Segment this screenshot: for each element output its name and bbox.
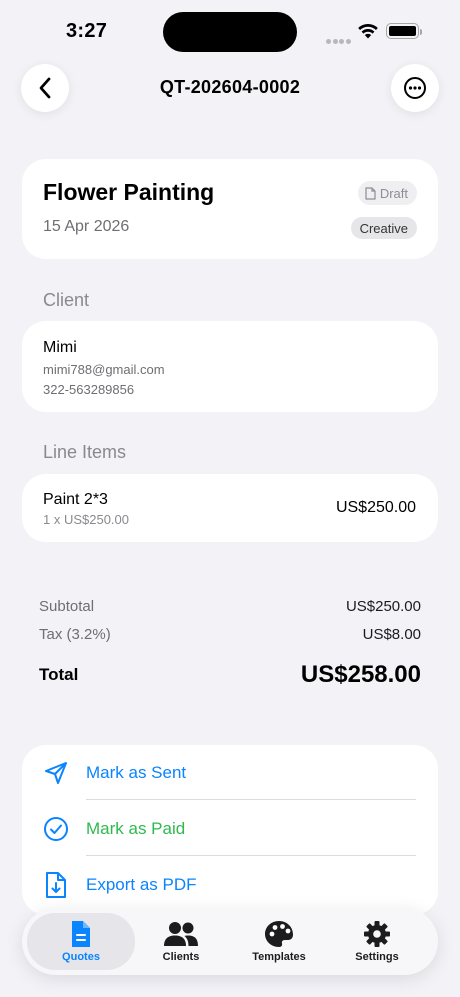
dynamic-island xyxy=(163,12,297,52)
gear-icon xyxy=(363,920,391,948)
divider xyxy=(86,799,416,800)
document-download-icon xyxy=(42,871,70,899)
export-as-pdf-button[interactable]: Export as PDF xyxy=(22,857,438,913)
divider xyxy=(86,855,416,856)
status-badge: Draft xyxy=(357,181,417,205)
mark-as-sent-button[interactable]: Mark as Sent xyxy=(22,745,438,801)
status-time: 3:27 xyxy=(66,20,108,42)
client-section-label: Client xyxy=(43,290,90,310)
total-value: US$258.00 xyxy=(300,661,421,688)
line-items-section-label: Line Items xyxy=(43,442,127,462)
total-row: Total US$258.00 xyxy=(39,661,421,689)
mark-as-sent-label: Mark as Sent xyxy=(86,763,187,782)
line-item-row[interactable]: Paint 2*3 1 x US$250.00 US$250.00 xyxy=(22,474,438,542)
actions-card: Mark as Sent Mark as Paid Export as PDF xyxy=(22,745,438,915)
line-item-name: Paint 2*3 xyxy=(43,491,108,508)
category-badge: Creative xyxy=(350,217,417,239)
tax-value: US$8.00 xyxy=(362,626,421,643)
document-icon xyxy=(365,186,376,200)
checkmark-circle-icon xyxy=(42,815,70,843)
tab-quotes-label: Quotes xyxy=(62,951,100,963)
document-icon xyxy=(70,920,92,948)
export-as-pdf-label: Export as PDF xyxy=(86,875,197,894)
status-bar: 3:27 xyxy=(0,0,460,60)
total-label: Total xyxy=(39,665,79,684)
mark-as-paid-button[interactable]: Mark as Paid xyxy=(22,801,438,857)
tab-quotes[interactable]: Quotes xyxy=(27,913,135,970)
mark-as-paid-label: Mark as Paid xyxy=(86,819,186,838)
client-name: Mimi xyxy=(43,339,77,356)
tab-settings-label: Settings xyxy=(355,951,399,963)
ellipsis-circle-icon xyxy=(404,77,426,99)
tab-templates-label: Templates xyxy=(252,951,306,963)
tax-label: Tax (3.2%) xyxy=(39,626,111,643)
tab-clients-label: Clients xyxy=(162,951,200,963)
more-options-button[interactable] xyxy=(391,64,439,112)
tab-clients[interactable]: Clients xyxy=(127,913,235,970)
quote-date: 15 Apr 2026 xyxy=(43,218,130,235)
subtotal-row: Subtotal US$250.00 xyxy=(39,598,421,615)
tab-settings[interactable]: Settings xyxy=(323,913,431,970)
tab-bar: Quotes Clients Templates Settings xyxy=(22,908,438,975)
line-item-amount: US$250.00 xyxy=(335,499,416,516)
tab-templates[interactable]: Templates xyxy=(225,913,333,970)
quote-title: Flower Painting xyxy=(43,179,215,205)
client-email: mimi788@gmail.com xyxy=(43,362,165,377)
paper-plane-icon xyxy=(42,759,70,787)
palette-icon xyxy=(264,920,294,948)
wifi-icon xyxy=(358,23,378,39)
subtotal-label: Subtotal xyxy=(39,598,95,615)
quote-header-card: Flower Painting 15 Apr 2026 Draft Creati… xyxy=(22,159,438,259)
client-phone: 322-563289856 xyxy=(43,382,135,397)
people-icon xyxy=(163,920,199,948)
tax-row: Tax (3.2%) US$8.00 xyxy=(39,626,421,643)
line-item-detail: 1 x US$250.00 xyxy=(43,512,130,527)
signal-icon xyxy=(326,31,352,49)
client-card[interactable]: Mimi mimi788@gmail.com 322-563289856 xyxy=(22,321,438,412)
subtotal-value: US$250.00 xyxy=(345,598,421,615)
status-badge-label: Draft xyxy=(379,185,408,201)
battery-icon xyxy=(386,23,422,39)
